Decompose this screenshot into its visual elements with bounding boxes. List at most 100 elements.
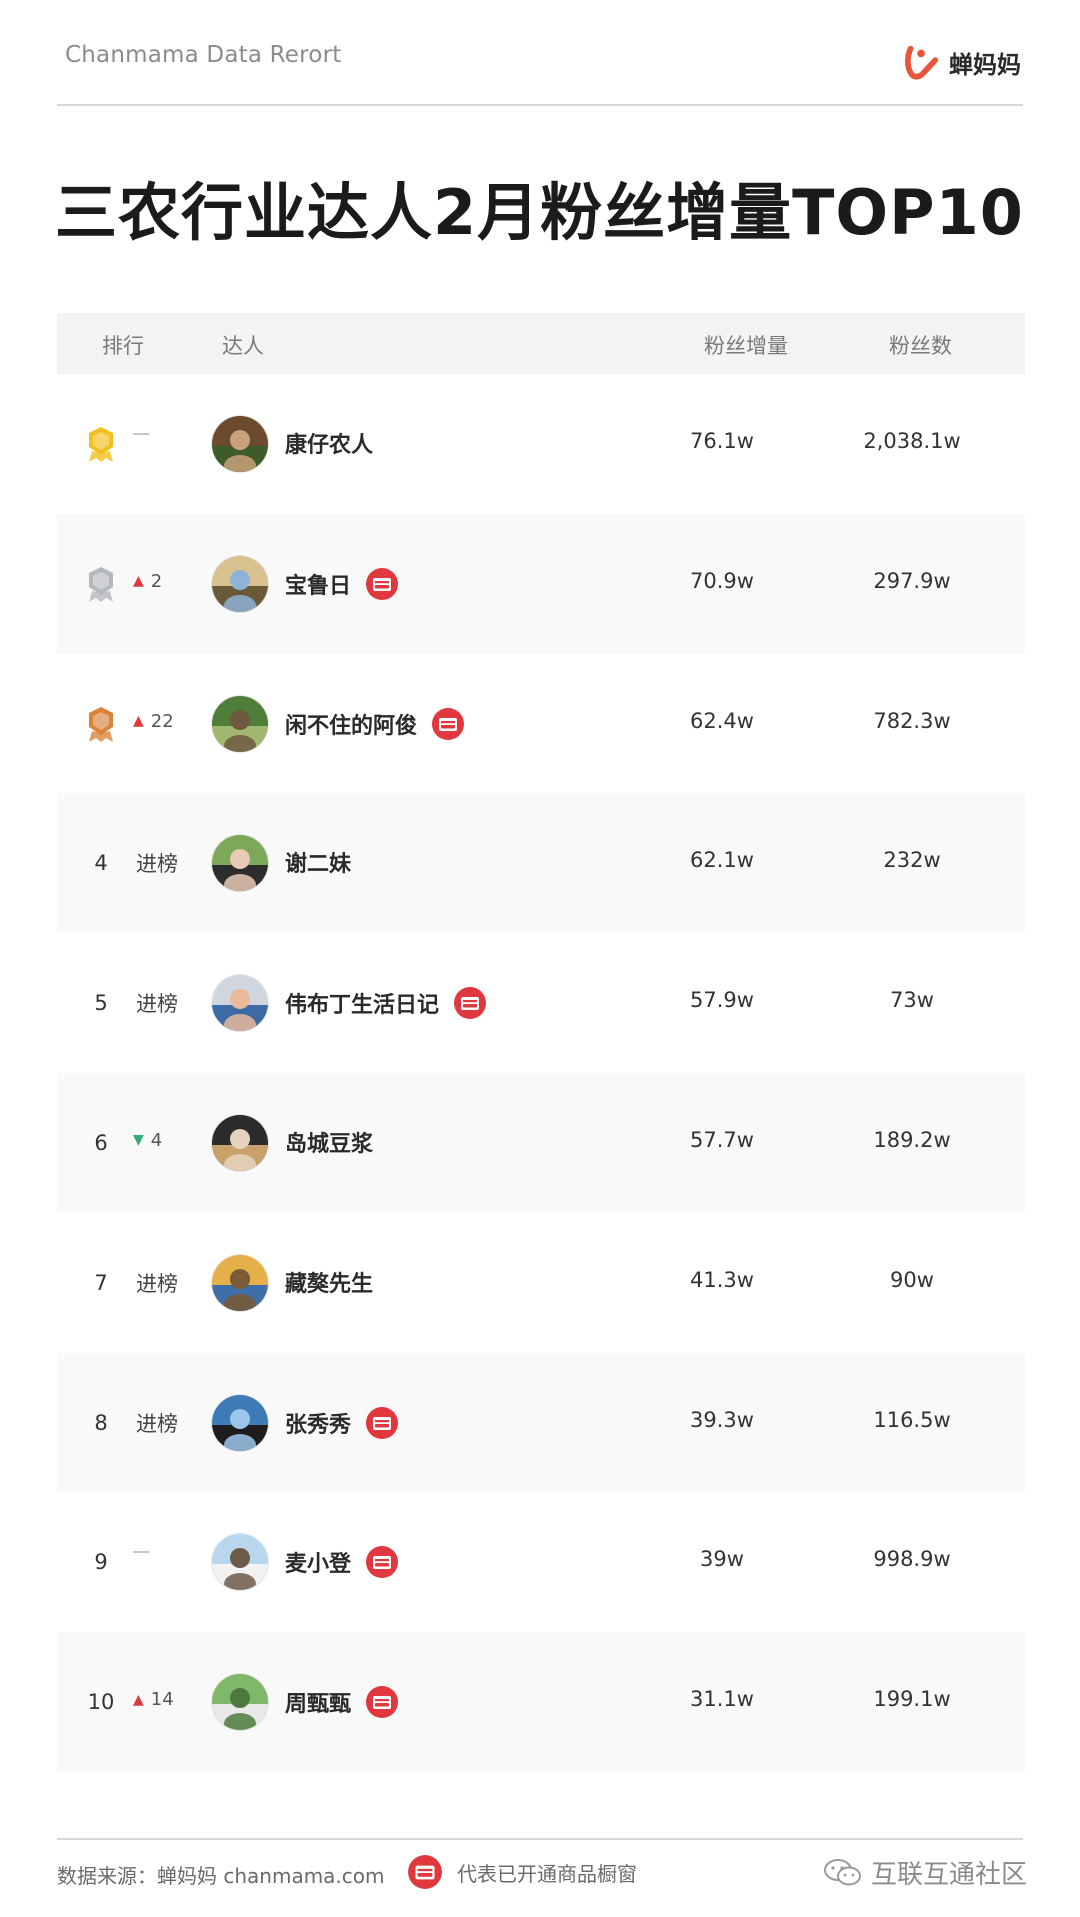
rank-change: 进榜	[136, 1408, 178, 1438]
avatar	[212, 975, 268, 1032]
rank-cell: 9	[81, 1542, 121, 1582]
followers-value: 116.5w	[873, 1407, 951, 1432]
followers-value: 73w	[890, 988, 934, 1013]
report-title: Chanmama Data Rerort	[65, 42, 342, 68]
table-row: 8 进榜 张秀秀 39.3w 116.5w	[57, 1352, 1025, 1493]
rank-cell: 7	[81, 1263, 121, 1303]
follower-growth-value: 41.3w	[690, 1267, 754, 1292]
gold-medal-icon	[89, 427, 113, 462]
table-row: 6 ▼ 4 岛城豆浆 57.7w 189.2w	[57, 1072, 1025, 1213]
shop-window-icon	[366, 1686, 399, 1719]
rank-cell: 5	[81, 983, 121, 1023]
influencer-name-cell: 康仔农人	[285, 427, 373, 459]
no-change-dash-icon	[133, 433, 149, 435]
follower-growth-value: 57.9w	[690, 988, 754, 1013]
table-row: 4 进榜 谢二妹 62.1w 232w	[57, 793, 1025, 934]
rank-change	[133, 1549, 149, 1554]
influencer-name-cell: 藏獒先生	[285, 1266, 373, 1298]
table-row: 康仔农人 76.1w 2,038.1w	[57, 374, 1025, 514]
followers-value: 90w	[890, 1267, 934, 1292]
arrow-up-icon: ▲	[133, 713, 144, 730]
avatar	[212, 1534, 268, 1591]
arrow-up-icon: ▲	[133, 1691, 144, 1708]
brand-name: 蝉妈妈	[949, 50, 1021, 79]
influencer-name: 闲不住的阿俊	[285, 713, 418, 739]
rank-cell: 10	[81, 1682, 121, 1722]
table-row: 7 进榜 藏獒先生 41.3w 90w	[57, 1213, 1025, 1353]
page-title: 三农行业达人2月粉丝增量TOP10	[55, 176, 1024, 249]
rank-change-value: 4	[150, 1129, 163, 1151]
followers-value: 998.9w	[873, 1547, 951, 1572]
influencer-name: 谢二妹	[285, 852, 352, 878]
rank-change: ▲ 22	[133, 711, 174, 732]
influencer-name-cell: 张秀秀	[285, 1406, 399, 1440]
new-entry-label: 进榜	[136, 992, 178, 1017]
data-source: 数据来源：蝉妈妈 chanmama.com	[57, 1864, 385, 1888]
rank-change: ▼ 4	[133, 1130, 162, 1151]
brand: 蝉妈妈	[903, 40, 1021, 84]
arrow-up-icon: ▲	[133, 573, 144, 590]
follower-growth-value: 70.9w	[690, 568, 754, 593]
followers-value: 189.2w	[873, 1127, 951, 1152]
shop-window-icon	[366, 1406, 399, 1439]
rank-number: 5	[94, 991, 108, 1016]
shop-window-icon	[366, 1546, 399, 1579]
influencer-name-cell: 闲不住的阿俊	[285, 707, 465, 741]
rank-change: 进榜	[136, 988, 178, 1018]
column-header-rank: 排行	[102, 334, 144, 358]
rank-number: 9	[94, 1550, 108, 1575]
avatar	[212, 1674, 268, 1731]
follower-growth-value: 57.7w	[690, 1127, 754, 1152]
column-header-influencer: 达人	[222, 334, 264, 358]
ranking-table: 排行 达人 粉丝增量 粉丝数 康仔农人 76.1w 2,038.1w ▲ 2 宝鲁日 70.…	[57, 313, 1025, 1772]
rank-change: 进榜	[136, 1268, 178, 1298]
influencer-name-cell: 宝鲁日	[285, 567, 399, 601]
followers-value: 232w	[883, 848, 941, 873]
table-row: 5 进榜 伟布丁生活日记 57.9w 73w	[57, 933, 1025, 1073]
rank-change: ▲ 14	[133, 1689, 174, 1710]
table-row: ▲ 22 闲不住的阿俊 62.4w 782.3w	[57, 654, 1025, 794]
watermark: 互联互通社区	[821, 1854, 1027, 1891]
table-body: 康仔农人 76.1w 2,038.1w ▲ 2 宝鲁日 70.9w 297.9w ▲ 22 闲不住的…	[57, 374, 1025, 1772]
avatar	[212, 1254, 268, 1311]
rank-change-value: 2	[150, 570, 163, 592]
follower-growth-value: 62.4w	[690, 708, 754, 733]
report-header: Chanmama Data Rerort 蝉妈妈	[57, 40, 1023, 106]
table-header: 排行 达人 粉丝增量 粉丝数	[57, 313, 1025, 374]
rank-cell	[81, 704, 121, 744]
table-row: 10 ▲ 14 周甄甄 31.1w 199.1w	[57, 1632, 1025, 1772]
followers-value: 2,038.1w	[863, 429, 961, 453]
rank-change: 进榜	[136, 848, 178, 878]
influencer-name-cell: 周甄甄	[285, 1685, 399, 1719]
influencer-name: 伟布丁生活日记	[285, 993, 440, 1019]
influencer-name: 周甄甄	[285, 1692, 352, 1718]
chanmama-logo-icon	[905, 45, 939, 80]
rank-change	[133, 431, 149, 435]
rank-number: 6	[94, 1130, 108, 1155]
column-header-followers: 粉丝数	[889, 334, 952, 358]
new-entry-label: 进榜	[136, 1411, 178, 1436]
followers-value: 782.3w	[873, 708, 951, 733]
follower-growth-value: 39.3w	[690, 1407, 754, 1432]
no-change-dash-icon	[133, 1551, 149, 1554]
shop-window-icon	[366, 567, 399, 600]
rank-cell	[81, 424, 121, 464]
rank-number: 10	[87, 1690, 115, 1715]
follower-growth-value: 62.1w	[690, 848, 754, 873]
influencer-name-cell: 伟布丁生活日记	[285, 986, 487, 1020]
rank-change-value: 22	[150, 710, 174, 732]
shop-window-icon	[432, 707, 465, 740]
bronze-medal-icon	[89, 706, 113, 742]
new-entry-label: 进榜	[136, 852, 178, 877]
followers-value: 297.9w	[873, 568, 951, 593]
column-header-follower-growth: 粉丝增量	[704, 334, 788, 358]
influencer-name-cell: 麦小登	[285, 1545, 399, 1579]
table-row: ▲ 2 宝鲁日 70.9w 297.9w	[57, 513, 1025, 654]
follower-growth-value: 31.1w	[690, 1687, 754, 1712]
influencer-name: 康仔农人	[285, 433, 374, 458]
avatar	[212, 1114, 268, 1171]
rank-cell: 8	[81, 1403, 121, 1443]
rank-change: ▲ 2	[133, 571, 162, 592]
followers-value: 199.1w	[873, 1687, 951, 1712]
avatar	[212, 695, 268, 752]
